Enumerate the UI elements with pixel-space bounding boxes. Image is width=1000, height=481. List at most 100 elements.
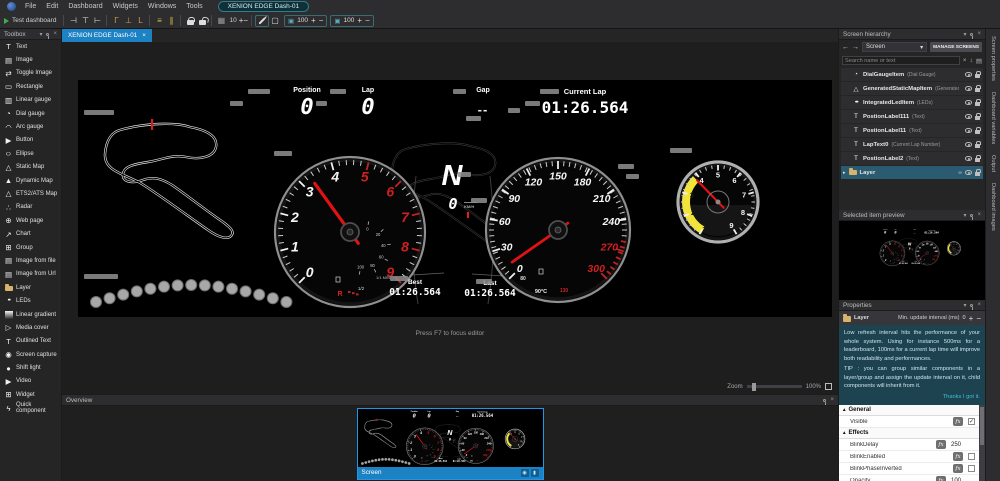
menu-item-widgets[interactable]: Widgets xyxy=(108,3,143,10)
dashboard-title-pill[interactable]: XENION EDGE Dash-01 xyxy=(217,1,310,12)
menu-item-tools[interactable]: Tools xyxy=(181,3,207,10)
screen-settings-button[interactable]: ◉ xyxy=(520,468,529,477)
menu-item-windows[interactable]: Windows xyxy=(143,3,181,10)
side-tab-output[interactable]: Output xyxy=(990,155,996,172)
toolbox-item-linear-gauge[interactable]: ▥ Linear gauge xyxy=(0,94,61,107)
visibility-eye-icon[interactable] xyxy=(965,86,972,91)
menu-item-dashboard[interactable]: Dashboard xyxy=(63,3,107,10)
opacity-spinner-2[interactable]: ▣ 100 + − xyxy=(330,14,374,27)
align-bottom-icon[interactable]: L xyxy=(134,15,146,27)
fx-formula-button[interactable]: fx xyxy=(953,464,963,474)
screen-selector[interactable]: Screen ▾ xyxy=(862,42,928,52)
fx-formula-button[interactable]: fx xyxy=(936,440,946,450)
property-row-blinkenabled[interactable]: BlinkEnabled fx xyxy=(839,451,979,464)
tree-item-generatedstaticmapitem[interactable]: △ GeneratedStaticMapItem(Generated Stat xyxy=(841,82,983,95)
menu-item-edit[interactable]: Edit xyxy=(41,3,63,10)
property-checkbox[interactable] xyxy=(968,453,975,461)
property-row-blinkphaseinverted[interactable]: BlinkPhaseInverted fx xyxy=(839,463,979,476)
toolbox-item-radar[interactable]: ∴ Radar xyxy=(0,201,61,214)
toolbox-item-leds[interactable]: ••• LEDs xyxy=(0,294,61,307)
side-tab-dashboard-variables[interactable]: Dashboard variables xyxy=(990,92,996,144)
tab-close-icon[interactable]: × xyxy=(142,32,146,39)
sort-icon[interactable]: ↕ xyxy=(970,57,973,64)
toolbox-item-image-from-url[interactable]: ▤ Image from Url xyxy=(0,268,61,281)
lock-icon[interactable] xyxy=(975,85,982,92)
toolbox-item-dynamic-map[interactable]: ▲ Dynamic Map xyxy=(0,174,61,187)
search-input[interactable]: Search name or text xyxy=(842,56,960,65)
lock-icon[interactable] xyxy=(975,99,982,106)
lock-icon[interactable] xyxy=(975,113,982,120)
pin-icon[interactable] xyxy=(823,398,827,405)
toolbox-item-text[interactable]: T Text xyxy=(0,40,61,53)
align-center-h-icon[interactable]: ⊤ xyxy=(79,15,91,27)
clear-search-icon[interactable]: × xyxy=(963,57,967,64)
visibility-eye-icon[interactable] xyxy=(965,142,972,147)
menu-item-file[interactable]: File xyxy=(20,3,41,10)
spinner-value[interactable]: 100 xyxy=(344,17,355,24)
toolbox-item-button[interactable]: ▶ Button xyxy=(0,134,61,147)
visibility-eye-icon[interactable] xyxy=(965,100,972,105)
toolbox-item-static-map[interactable]: △ Static Map xyxy=(0,161,61,174)
toolbox-item-rectangle[interactable]: ▭ Rectangle xyxy=(0,80,61,93)
dismiss-info-link[interactable]: Thanks I got it. xyxy=(844,393,980,402)
toolbox-item-group[interactable]: ⊞ Group xyxy=(0,241,61,254)
decrement-button[interactable]: − xyxy=(243,16,248,25)
same-height-icon[interactable]: ∥ xyxy=(165,15,177,27)
zoom-slider[interactable] xyxy=(746,382,802,391)
interval-value[interactable]: 0 xyxy=(963,315,966,321)
toolbox-item-outlined-text[interactable]: T Outlined Text xyxy=(0,335,61,348)
property-row-opacity[interactable]: Opacity fx 100 xyxy=(839,475,979,481)
side-tab-screen-properties[interactable]: Screen properties xyxy=(990,36,996,81)
tree-item-laptext0[interactable]: T LapText0 (Current Lap Number) xyxy=(841,138,983,151)
property-value[interactable]: 250 xyxy=(951,442,975,448)
lock-icon[interactable] xyxy=(184,15,196,27)
property-row-visible[interactable]: Visible fx ✓ xyxy=(839,416,979,429)
pin-icon[interactable] xyxy=(46,32,50,39)
toolbox-item-video[interactable]: ▶ Video xyxy=(0,375,61,388)
properties-scrollbar[interactable] xyxy=(979,405,985,481)
toolbox-item-linear-gradient[interactable]: Linear gradient xyxy=(0,308,61,321)
visibility-eye-icon[interactable] xyxy=(965,72,972,77)
close-icon[interactable]: × xyxy=(977,302,981,308)
align-right-icon[interactable]: ⊢ xyxy=(91,15,103,27)
toolbox-item-layer[interactable]: Layer xyxy=(0,281,61,294)
tree-item-postionlabel2[interactable]: T PostionLabel2 (Text) xyxy=(841,152,983,165)
rectangle-outline-icon[interactable]: ▢ xyxy=(269,15,281,27)
grid-icon[interactable]: ▦ xyxy=(215,15,227,27)
property-row-blinkdelay[interactable]: BlinkDelay fx 250 xyxy=(839,439,979,452)
visibility-eye-icon[interactable] xyxy=(965,128,972,133)
overview-thumbnail[interactable]: 0 1 2 3 4 5 6 7 8 9 0 20 40 60 80 100 R 1/2 1/1 MIN 0 30 60 90… xyxy=(357,408,543,467)
grid-size-value[interactable]: 10 xyxy=(229,17,236,24)
lock-icon[interactable] xyxy=(975,127,982,134)
visibility-eye-icon[interactable] xyxy=(965,156,972,161)
back-arrow-icon[interactable]: ← xyxy=(842,44,849,51)
chevron-down-icon[interactable]: ▾ xyxy=(963,31,966,38)
chevron-down-icon[interactable]: ▾ xyxy=(963,302,966,309)
lock-icon[interactable] xyxy=(975,169,982,176)
forward-arrow-icon[interactable]: → xyxy=(852,44,859,51)
tree-item-integratedleditem[interactable]: ••• IntegratedLedItem (LEDs) xyxy=(841,96,983,109)
close-icon[interactable]: × xyxy=(53,31,57,37)
collapse-all-icon[interactable]: ▤ xyxy=(976,57,982,65)
chevron-down-icon[interactable]: ▾ xyxy=(39,31,42,38)
test-dashboard-button[interactable]: Test dashboard xyxy=(4,17,56,24)
decrement-button[interactable]: − xyxy=(365,16,370,25)
tree-item-postionlabel111[interactable]: T PostionLabel111 (Text) xyxy=(841,110,983,123)
property-section-effects[interactable]: ▴ Effects xyxy=(839,428,979,440)
lock-icon[interactable] xyxy=(975,155,982,162)
manage-screens-button[interactable]: MANAGE SCREENS xyxy=(930,42,982,52)
toolbox-item-web-page[interactable]: ⊕ Web page xyxy=(0,214,61,227)
increment-button[interactable]: + xyxy=(311,16,316,25)
close-icon[interactable]: × xyxy=(830,397,834,403)
pin-icon[interactable] xyxy=(970,213,974,220)
lock-icon[interactable] xyxy=(975,71,982,78)
toolbox-item-chart[interactable]: ↗ Chart xyxy=(0,227,61,240)
visibility-eye-icon[interactable] xyxy=(965,170,972,175)
same-width-icon[interactable]: ≡ xyxy=(153,15,165,27)
tree-item-layer[interactable]: ▸ Layer ∞ xyxy=(841,166,983,179)
decrement-button[interactable]: − xyxy=(319,16,324,25)
expand-arrow-icon[interactable]: ▸ xyxy=(843,170,846,176)
fx-formula-button[interactable]: fx xyxy=(936,476,946,481)
fit-screen-icon[interactable] xyxy=(825,383,832,390)
tree-item-postionlabel11[interactable]: T PostionLabel11 (Text) xyxy=(841,124,983,137)
